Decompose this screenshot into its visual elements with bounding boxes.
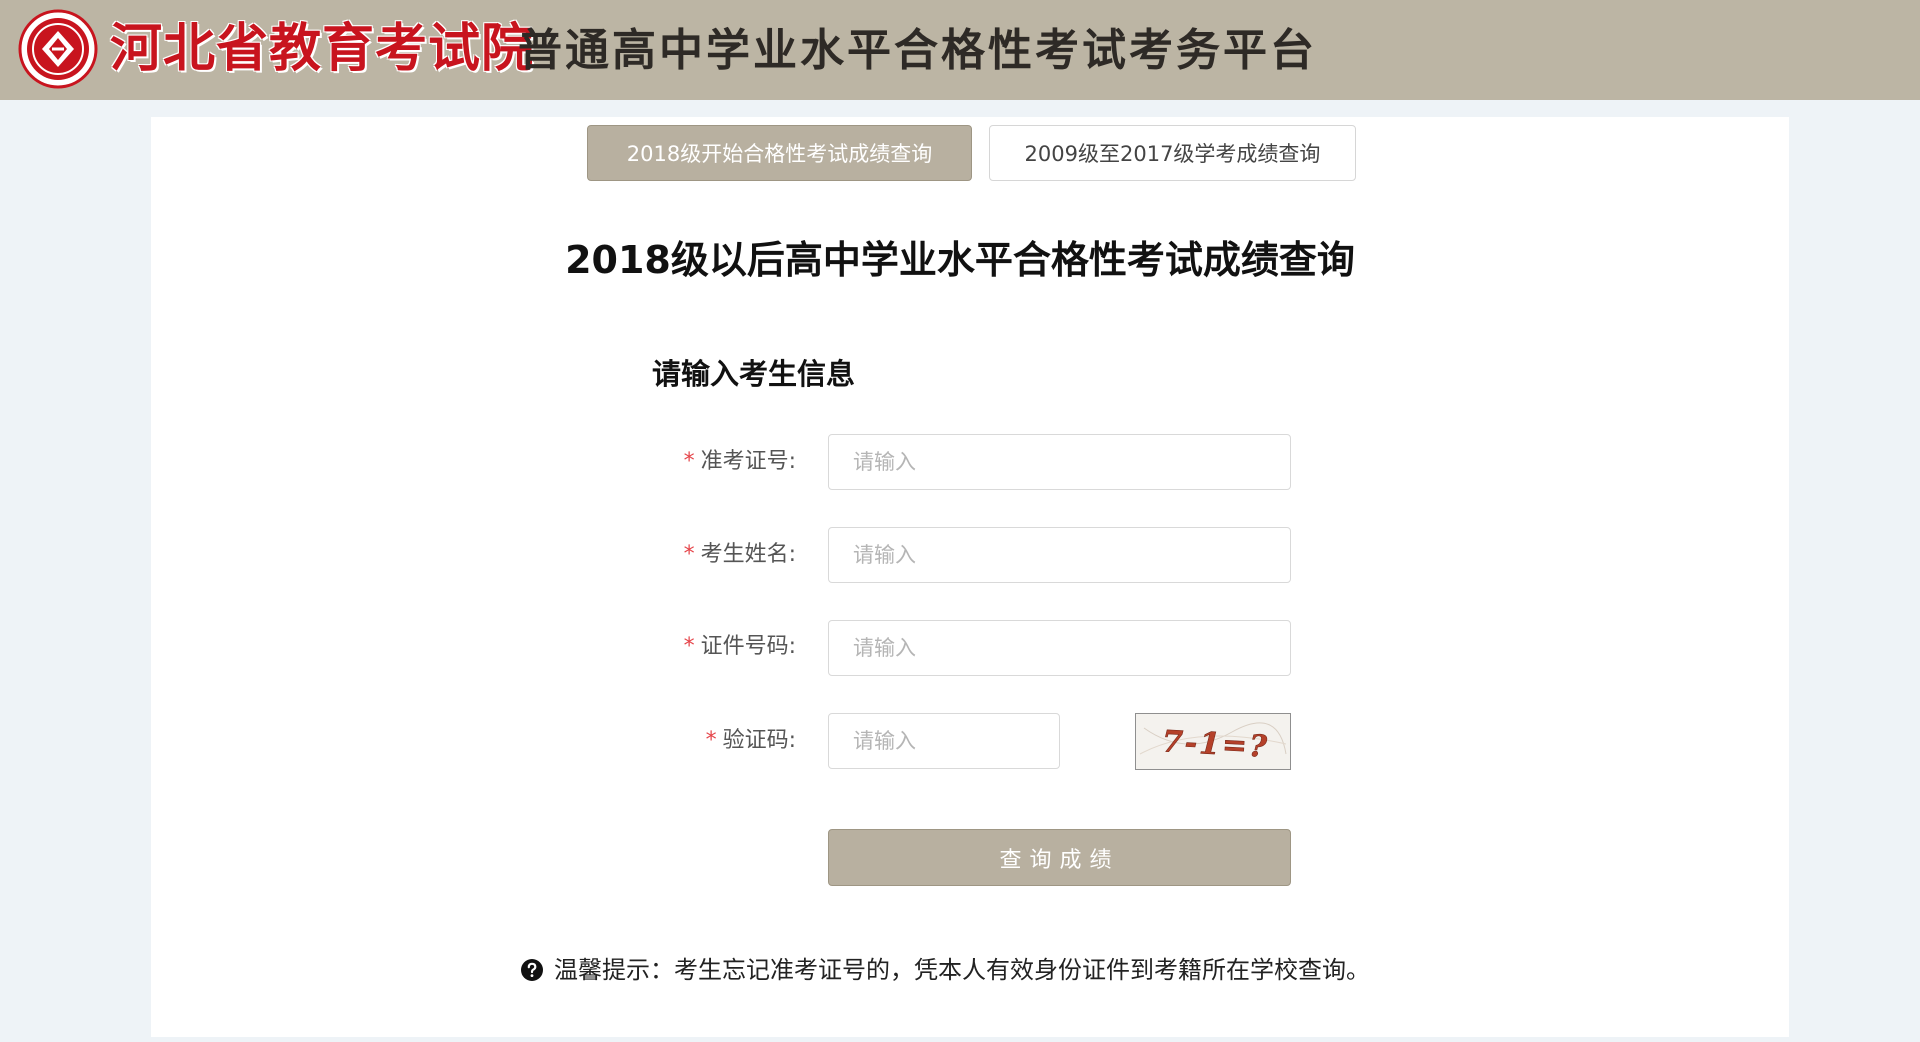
tip-text: 温馨提示：考生忘记准考证号的，凭本人有效身份证件到考籍所在学校查询。 <box>554 956 1370 984</box>
query-score-button[interactable]: 查询成绩 <box>828 829 1291 886</box>
org-name: 河北省教育考试院 <box>110 19 535 79</box>
captcha-text: 7-1=? <box>1161 724 1270 765</box>
required-mark: * <box>683 449 695 474</box>
admission-number-input[interactable] <box>828 434 1291 490</box>
question-circle-icon <box>521 959 543 981</box>
candidate-name-label: * 考生姓名: <box>496 540 796 570</box>
site-header: 河北省教育考试院 普通高中学业水平合格性考试考务平台 <box>0 0 1920 100</box>
required-mark: * <box>683 634 695 659</box>
platform-name: 普通高中学业水平合格性考试考务平台 <box>518 25 1317 76</box>
section-title: 请输入考生信息 <box>652 357 856 391</box>
id-number-label-text: 证件号码: <box>700 634 796 659</box>
captcha-input[interactable] <box>828 713 1060 769</box>
tip-notice: 温馨提示：考生忘记准考证号的，凭本人有效身份证件到考籍所在学校查询。 <box>520 953 1370 987</box>
required-mark: * <box>683 542 695 567</box>
admission-number-label: * 准考证号: <box>496 447 796 477</box>
admission-number-label-text: 准考证号: <box>700 449 796 474</box>
id-number-label: * 证件号码: <box>496 632 796 662</box>
candidate-name-label-text: 考生姓名: <box>700 542 796 567</box>
id-number-input[interactable] <box>828 620 1291 676</box>
page-title: 2018级以后高中学业水平合格性考试成绩查询 <box>565 238 1355 282</box>
required-mark: * <box>705 728 717 753</box>
tab-2018-score-query[interactable]: 2018级开始合格性考试成绩查询 <box>587 125 972 181</box>
captcha-graphic: 7-1=? <box>1139 722 1287 765</box>
captcha-label: * 验证码: <box>496 726 796 756</box>
tab-2009-2017-score-query[interactable]: 2009级至2017级学考成绩查询 <box>989 125 1356 181</box>
emblem-logo-icon[interactable] <box>18 9 98 89</box>
candidate-name-input[interactable] <box>828 527 1291 583</box>
captcha-label-text: 验证码: <box>722 728 796 753</box>
captcha-image[interactable]: 7-1=? <box>1135 713 1291 770</box>
